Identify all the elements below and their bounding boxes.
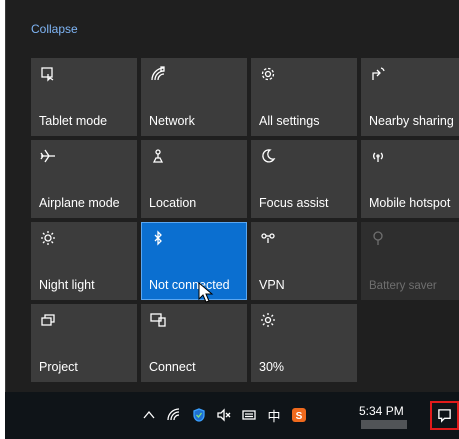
quick-actions-grid: Tablet mode Network All settings Nearby … [31, 58, 459, 382]
tile-label: Location [149, 196, 197, 210]
clock-time[interactable]: 5:34 PM [359, 404, 404, 418]
tile-label: VPN [259, 278, 285, 292]
clock-date-redacted [361, 420, 407, 429]
tile-nearby-sharing[interactable]: Nearby sharing [361, 58, 459, 136]
gear-icon [259, 65, 277, 83]
nearby-sharing-icon [369, 65, 387, 83]
chevron-up-icon[interactable] [141, 407, 157, 423]
tile-label: 30% [259, 360, 285, 374]
tile-label: Mobile hotspot [369, 196, 451, 210]
tile-label: Airplane mode [39, 196, 120, 210]
tile-vpn[interactable]: VPN [251, 222, 357, 300]
airplane-icon [39, 147, 57, 165]
input-method-icon[interactable] [241, 407, 257, 423]
tile-all-settings[interactable]: All settings [251, 58, 357, 136]
tile-airplane-mode[interactable]: Airplane mode [31, 140, 137, 218]
tile-connect[interactable]: Connect [141, 304, 247, 382]
location-icon [149, 147, 167, 165]
connect-icon [149, 311, 167, 329]
moon-icon [259, 147, 277, 165]
security-shield-icon[interactable] [191, 407, 207, 423]
vpn-icon [259, 229, 277, 247]
battery-saver-icon [369, 229, 387, 247]
svg-text:S: S [296, 411, 303, 422]
tile-night-light[interactable]: Night light [31, 222, 137, 300]
network-icon [149, 65, 167, 83]
mouse-cursor-icon [198, 282, 214, 303]
hotspot-icon [369, 147, 387, 165]
tile-label: All settings [259, 114, 320, 128]
bluetooth-icon [149, 229, 167, 247]
notification-icon [438, 409, 451, 423]
chinese-ime-icon[interactable]: 中 [266, 407, 282, 424]
tile-label: Tablet mode [39, 114, 108, 128]
wifi-icon[interactable] [166, 407, 182, 423]
tile-network[interactable]: Network [141, 58, 247, 136]
tile-tablet-mode[interactable]: Tablet mode [31, 58, 137, 136]
volume-muted-icon[interactable] [216, 407, 232, 423]
tile-location[interactable]: Location [141, 140, 247, 218]
tile-label: Connect [149, 360, 196, 374]
night-light-icon [39, 229, 57, 247]
tile-bluetooth[interactable]: Not connected [141, 222, 247, 300]
sogou-icon[interactable]: S [291, 407, 307, 423]
tile-mobile-hotspot[interactable]: Mobile hotspot [361, 140, 459, 218]
tablet-mode-icon [39, 65, 57, 83]
tile-focus-assist[interactable]: Focus assist [251, 140, 357, 218]
tile-project[interactable]: Project [31, 304, 137, 382]
taskbar: 中 S 5:34 PM [5, 392, 459, 439]
project-icon [39, 311, 57, 329]
tile-label: Nearby sharing [369, 114, 454, 128]
action-center-button[interactable] [430, 401, 459, 430]
action-center-panel: Collapse Tablet mode Network All setting… [5, 0, 459, 439]
tile-label: Night light [39, 278, 95, 292]
tile-label: Project [39, 360, 78, 374]
tile-label: Network [149, 114, 195, 128]
collapse-link[interactable]: Collapse [31, 22, 78, 36]
tile-label: Not connected [149, 278, 230, 292]
tile-label: Battery saver [369, 280, 437, 292]
system-tray: 中 S [141, 407, 307, 424]
tile-battery-saver: Battery saver [361, 222, 459, 300]
tile-brightness[interactable]: 30% [251, 304, 357, 382]
tile-label: Focus assist [259, 196, 329, 210]
brightness-icon [259, 311, 277, 329]
